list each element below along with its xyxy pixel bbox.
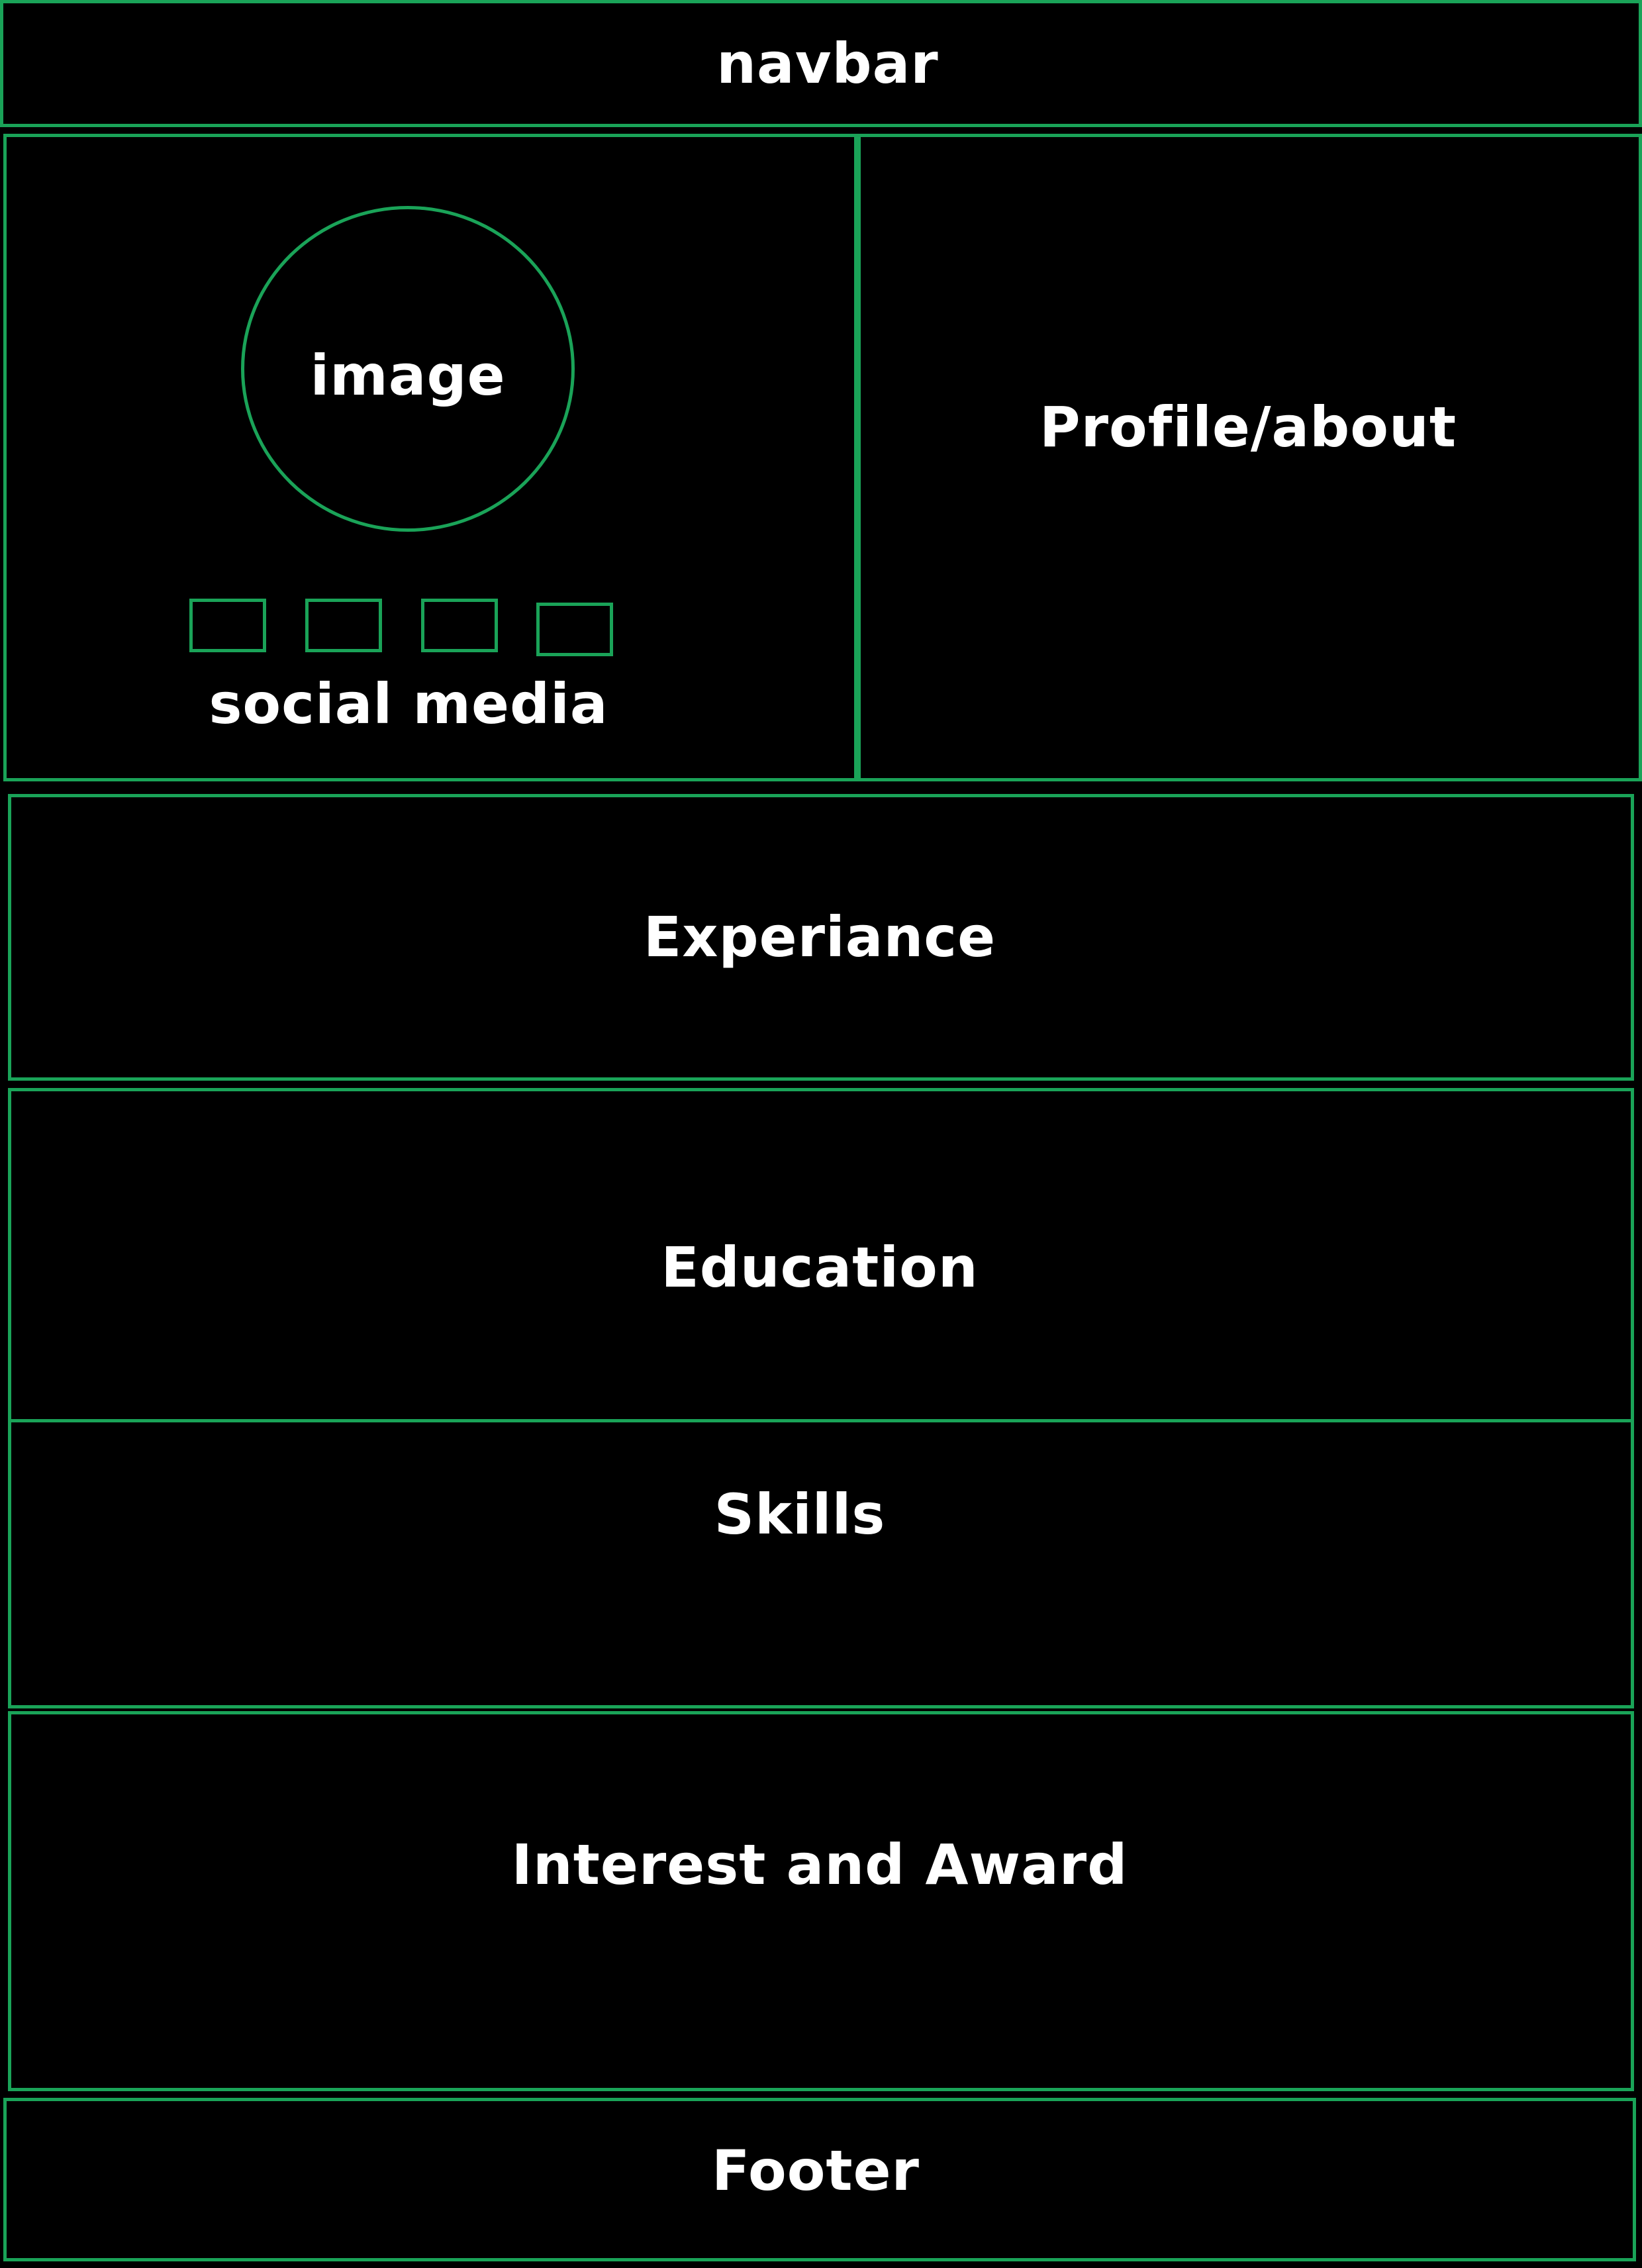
- profile-about-label: Profile/about: [1039, 395, 1457, 460]
- education-label: Education: [661, 1235, 979, 1300]
- social-media-icon-1[interactable]: [189, 599, 266, 652]
- interest-award-label: Interest and Award: [511, 1832, 1128, 1897]
- skills-label: Skills: [714, 1482, 886, 1547]
- image-label: image: [310, 343, 506, 408]
- skills-section: [8, 1419, 1634, 1708]
- social-media-label: social media: [209, 671, 608, 736]
- experience-label: Experiance: [643, 905, 996, 969]
- navbar-label: navbar: [716, 31, 939, 96]
- interest-award-section: [8, 1711, 1634, 2091]
- social-media-icon-4[interactable]: [536, 603, 613, 656]
- footer-label: Footer: [712, 2138, 920, 2203]
- social-media-icon-3[interactable]: [421, 599, 498, 652]
- social-media-icon-2[interactable]: [305, 599, 382, 652]
